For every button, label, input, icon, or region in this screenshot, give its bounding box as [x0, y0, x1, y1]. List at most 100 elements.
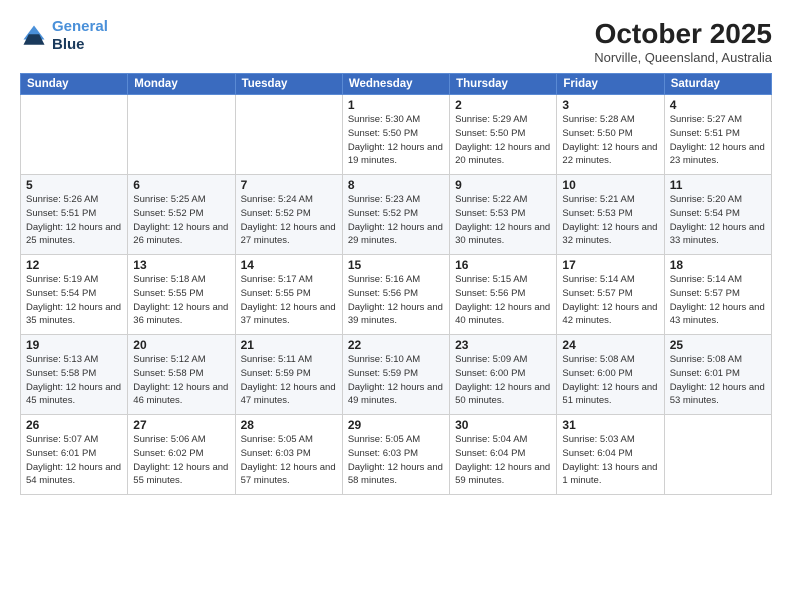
calendar-cell-w2-d3: 15Sunrise: 5:16 AM Sunset: 5:56 PM Dayli… — [342, 255, 449, 335]
calendar-cell-w1-d2: 7Sunrise: 5:24 AM Sunset: 5:52 PM Daylig… — [235, 175, 342, 255]
calendar: Sunday Monday Tuesday Wednesday Thursday… — [20, 73, 772, 495]
day-info-w3-d5: Sunrise: 5:08 AM Sunset: 6:00 PM Dayligh… — [562, 353, 658, 408]
week-row-0: 1Sunrise: 5:30 AM Sunset: 5:50 PM Daylig… — [21, 95, 772, 175]
day-info-w4-d2: Sunrise: 5:05 AM Sunset: 6:03 PM Dayligh… — [241, 433, 337, 488]
day-info-w2-d5: Sunrise: 5:14 AM Sunset: 5:57 PM Dayligh… — [562, 273, 658, 328]
day-number-w1-d0: 5 — [26, 178, 122, 192]
logo: General Blue — [20, 18, 108, 54]
day-number-w2-d5: 17 — [562, 258, 658, 272]
calendar-cell-w3-d3: 22Sunrise: 5:10 AM Sunset: 5:59 PM Dayli… — [342, 335, 449, 415]
calendar-cell-w2-d5: 17Sunrise: 5:14 AM Sunset: 5:57 PM Dayli… — [557, 255, 664, 335]
logo-text: General Blue — [52, 18, 108, 54]
header: General Blue October 2025 Norville, Quee… — [20, 18, 772, 65]
day-info-w4-d3: Sunrise: 5:05 AM Sunset: 6:03 PM Dayligh… — [348, 433, 444, 488]
day-number-w2-d0: 12 — [26, 258, 122, 272]
calendar-cell-w4-d1: 27Sunrise: 5:06 AM Sunset: 6:02 PM Dayli… — [128, 415, 235, 495]
calendar-cell-w4-d5: 31Sunrise: 5:03 AM Sunset: 6:04 PM Dayli… — [557, 415, 664, 495]
day-number-w1-d2: 7 — [241, 178, 337, 192]
week-row-4: 26Sunrise: 5:07 AM Sunset: 6:01 PM Dayli… — [21, 415, 772, 495]
day-info-w1-d5: Sunrise: 5:21 AM Sunset: 5:53 PM Dayligh… — [562, 193, 658, 248]
header-monday: Monday — [128, 74, 235, 95]
week-row-1: 5Sunrise: 5:26 AM Sunset: 5:51 PM Daylig… — [21, 175, 772, 255]
weekday-header-row: Sunday Monday Tuesday Wednesday Thursday… — [21, 74, 772, 95]
calendar-cell-w3-d6: 25Sunrise: 5:08 AM Sunset: 6:01 PM Dayli… — [664, 335, 771, 415]
calendar-cell-w3-d1: 20Sunrise: 5:12 AM Sunset: 5:58 PM Dayli… — [128, 335, 235, 415]
day-number-w3-d1: 20 — [133, 338, 229, 352]
day-info-w3-d1: Sunrise: 5:12 AM Sunset: 5:58 PM Dayligh… — [133, 353, 229, 408]
calendar-cell-w1-d4: 9Sunrise: 5:22 AM Sunset: 5:53 PM Daylig… — [450, 175, 557, 255]
day-number-w4-d4: 30 — [455, 418, 551, 432]
calendar-cell-w0-d4: 2Sunrise: 5:29 AM Sunset: 5:50 PM Daylig… — [450, 95, 557, 175]
header-sunday: Sunday — [21, 74, 128, 95]
calendar-cell-w3-d5: 24Sunrise: 5:08 AM Sunset: 6:00 PM Dayli… — [557, 335, 664, 415]
day-number-w3-d0: 19 — [26, 338, 122, 352]
calendar-cell-w1-d1: 6Sunrise: 5:25 AM Sunset: 5:52 PM Daylig… — [128, 175, 235, 255]
day-info-w3-d6: Sunrise: 5:08 AM Sunset: 6:01 PM Dayligh… — [670, 353, 766, 408]
day-number-w3-d2: 21 — [241, 338, 337, 352]
day-info-w2-d6: Sunrise: 5:14 AM Sunset: 5:57 PM Dayligh… — [670, 273, 766, 328]
day-info-w0-d6: Sunrise: 5:27 AM Sunset: 5:51 PM Dayligh… — [670, 113, 766, 168]
day-number-w1-d5: 10 — [562, 178, 658, 192]
day-info-w2-d0: Sunrise: 5:19 AM Sunset: 5:54 PM Dayligh… — [26, 273, 122, 328]
day-number-w4-d3: 29 — [348, 418, 444, 432]
day-number-w3-d6: 25 — [670, 338, 766, 352]
day-info-w3-d2: Sunrise: 5:11 AM Sunset: 5:59 PM Dayligh… — [241, 353, 337, 408]
calendar-cell-w4-d6 — [664, 415, 771, 495]
day-number-w0-d4: 2 — [455, 98, 551, 112]
day-info-w2-d4: Sunrise: 5:15 AM Sunset: 5:56 PM Dayligh… — [455, 273, 551, 328]
day-number-w2-d4: 16 — [455, 258, 551, 272]
calendar-cell-w0-d6: 4Sunrise: 5:27 AM Sunset: 5:51 PM Daylig… — [664, 95, 771, 175]
calendar-cell-w2-d6: 18Sunrise: 5:14 AM Sunset: 5:57 PM Dayli… — [664, 255, 771, 335]
week-row-3: 19Sunrise: 5:13 AM Sunset: 5:58 PM Dayli… — [21, 335, 772, 415]
calendar-cell-w2-d0: 12Sunrise: 5:19 AM Sunset: 5:54 PM Dayli… — [21, 255, 128, 335]
day-number-w1-d6: 11 — [670, 178, 766, 192]
day-info-w3-d4: Sunrise: 5:09 AM Sunset: 6:00 PM Dayligh… — [455, 353, 551, 408]
day-info-w3-d0: Sunrise: 5:13 AM Sunset: 5:58 PM Dayligh… — [26, 353, 122, 408]
day-number-w0-d6: 4 — [670, 98, 766, 112]
day-info-w1-d2: Sunrise: 5:24 AM Sunset: 5:52 PM Dayligh… — [241, 193, 337, 248]
week-row-2: 12Sunrise: 5:19 AM Sunset: 5:54 PM Dayli… — [21, 255, 772, 335]
day-number-w1-d3: 8 — [348, 178, 444, 192]
day-number-w4-d1: 27 — [133, 418, 229, 432]
calendar-cell-w2-d4: 16Sunrise: 5:15 AM Sunset: 5:56 PM Dayli… — [450, 255, 557, 335]
calendar-cell-w0-d0 — [21, 95, 128, 175]
calendar-cell-w2-d1: 13Sunrise: 5:18 AM Sunset: 5:55 PM Dayli… — [128, 255, 235, 335]
day-number-w1-d1: 6 — [133, 178, 229, 192]
calendar-cell-w1-d6: 11Sunrise: 5:20 AM Sunset: 5:54 PM Dayli… — [664, 175, 771, 255]
calendar-cell-w1-d0: 5Sunrise: 5:26 AM Sunset: 5:51 PM Daylig… — [21, 175, 128, 255]
day-info-w0-d4: Sunrise: 5:29 AM Sunset: 5:50 PM Dayligh… — [455, 113, 551, 168]
day-number-w2-d3: 15 — [348, 258, 444, 272]
day-info-w2-d1: Sunrise: 5:18 AM Sunset: 5:55 PM Dayligh… — [133, 273, 229, 328]
header-wednesday: Wednesday — [342, 74, 449, 95]
calendar-cell-w3-d2: 21Sunrise: 5:11 AM Sunset: 5:59 PM Dayli… — [235, 335, 342, 415]
header-tuesday: Tuesday — [235, 74, 342, 95]
day-number-w3-d5: 24 — [562, 338, 658, 352]
calendar-cell-w4-d0: 26Sunrise: 5:07 AM Sunset: 6:01 PM Dayli… — [21, 415, 128, 495]
calendar-cell-w1-d5: 10Sunrise: 5:21 AM Sunset: 5:53 PM Dayli… — [557, 175, 664, 255]
calendar-cell-w4-d3: 29Sunrise: 5:05 AM Sunset: 6:03 PM Dayli… — [342, 415, 449, 495]
day-number-w4-d5: 31 — [562, 418, 658, 432]
calendar-cell-w0-d5: 3Sunrise: 5:28 AM Sunset: 5:50 PM Daylig… — [557, 95, 664, 175]
calendar-cell-w3-d4: 23Sunrise: 5:09 AM Sunset: 6:00 PM Dayli… — [450, 335, 557, 415]
day-info-w1-d3: Sunrise: 5:23 AM Sunset: 5:52 PM Dayligh… — [348, 193, 444, 248]
day-info-w0-d5: Sunrise: 5:28 AM Sunset: 5:50 PM Dayligh… — [562, 113, 658, 168]
day-info-w0-d3: Sunrise: 5:30 AM Sunset: 5:50 PM Dayligh… — [348, 113, 444, 168]
day-info-w2-d2: Sunrise: 5:17 AM Sunset: 5:55 PM Dayligh… — [241, 273, 337, 328]
month-title: October 2025 — [594, 18, 772, 50]
day-number-w1-d4: 9 — [455, 178, 551, 192]
calendar-cell-w4-d2: 28Sunrise: 5:05 AM Sunset: 6:03 PM Dayli… — [235, 415, 342, 495]
day-number-w0-d5: 3 — [562, 98, 658, 112]
location: Norville, Queensland, Australia — [594, 50, 772, 65]
day-info-w4-d1: Sunrise: 5:06 AM Sunset: 6:02 PM Dayligh… — [133, 433, 229, 488]
calendar-cell-w1-d3: 8Sunrise: 5:23 AM Sunset: 5:52 PM Daylig… — [342, 175, 449, 255]
day-number-w2-d6: 18 — [670, 258, 766, 272]
page: General Blue October 2025 Norville, Quee… — [0, 0, 792, 612]
calendar-cell-w0-d3: 1Sunrise: 5:30 AM Sunset: 5:50 PM Daylig… — [342, 95, 449, 175]
calendar-cell-w4-d4: 30Sunrise: 5:04 AM Sunset: 6:04 PM Dayli… — [450, 415, 557, 495]
logo-icon — [20, 22, 48, 50]
day-info-w1-d0: Sunrise: 5:26 AM Sunset: 5:51 PM Dayligh… — [26, 193, 122, 248]
header-friday: Friday — [557, 74, 664, 95]
day-info-w4-d0: Sunrise: 5:07 AM Sunset: 6:01 PM Dayligh… — [26, 433, 122, 488]
day-number-w2-d1: 13 — [133, 258, 229, 272]
day-number-w4-d2: 28 — [241, 418, 337, 432]
